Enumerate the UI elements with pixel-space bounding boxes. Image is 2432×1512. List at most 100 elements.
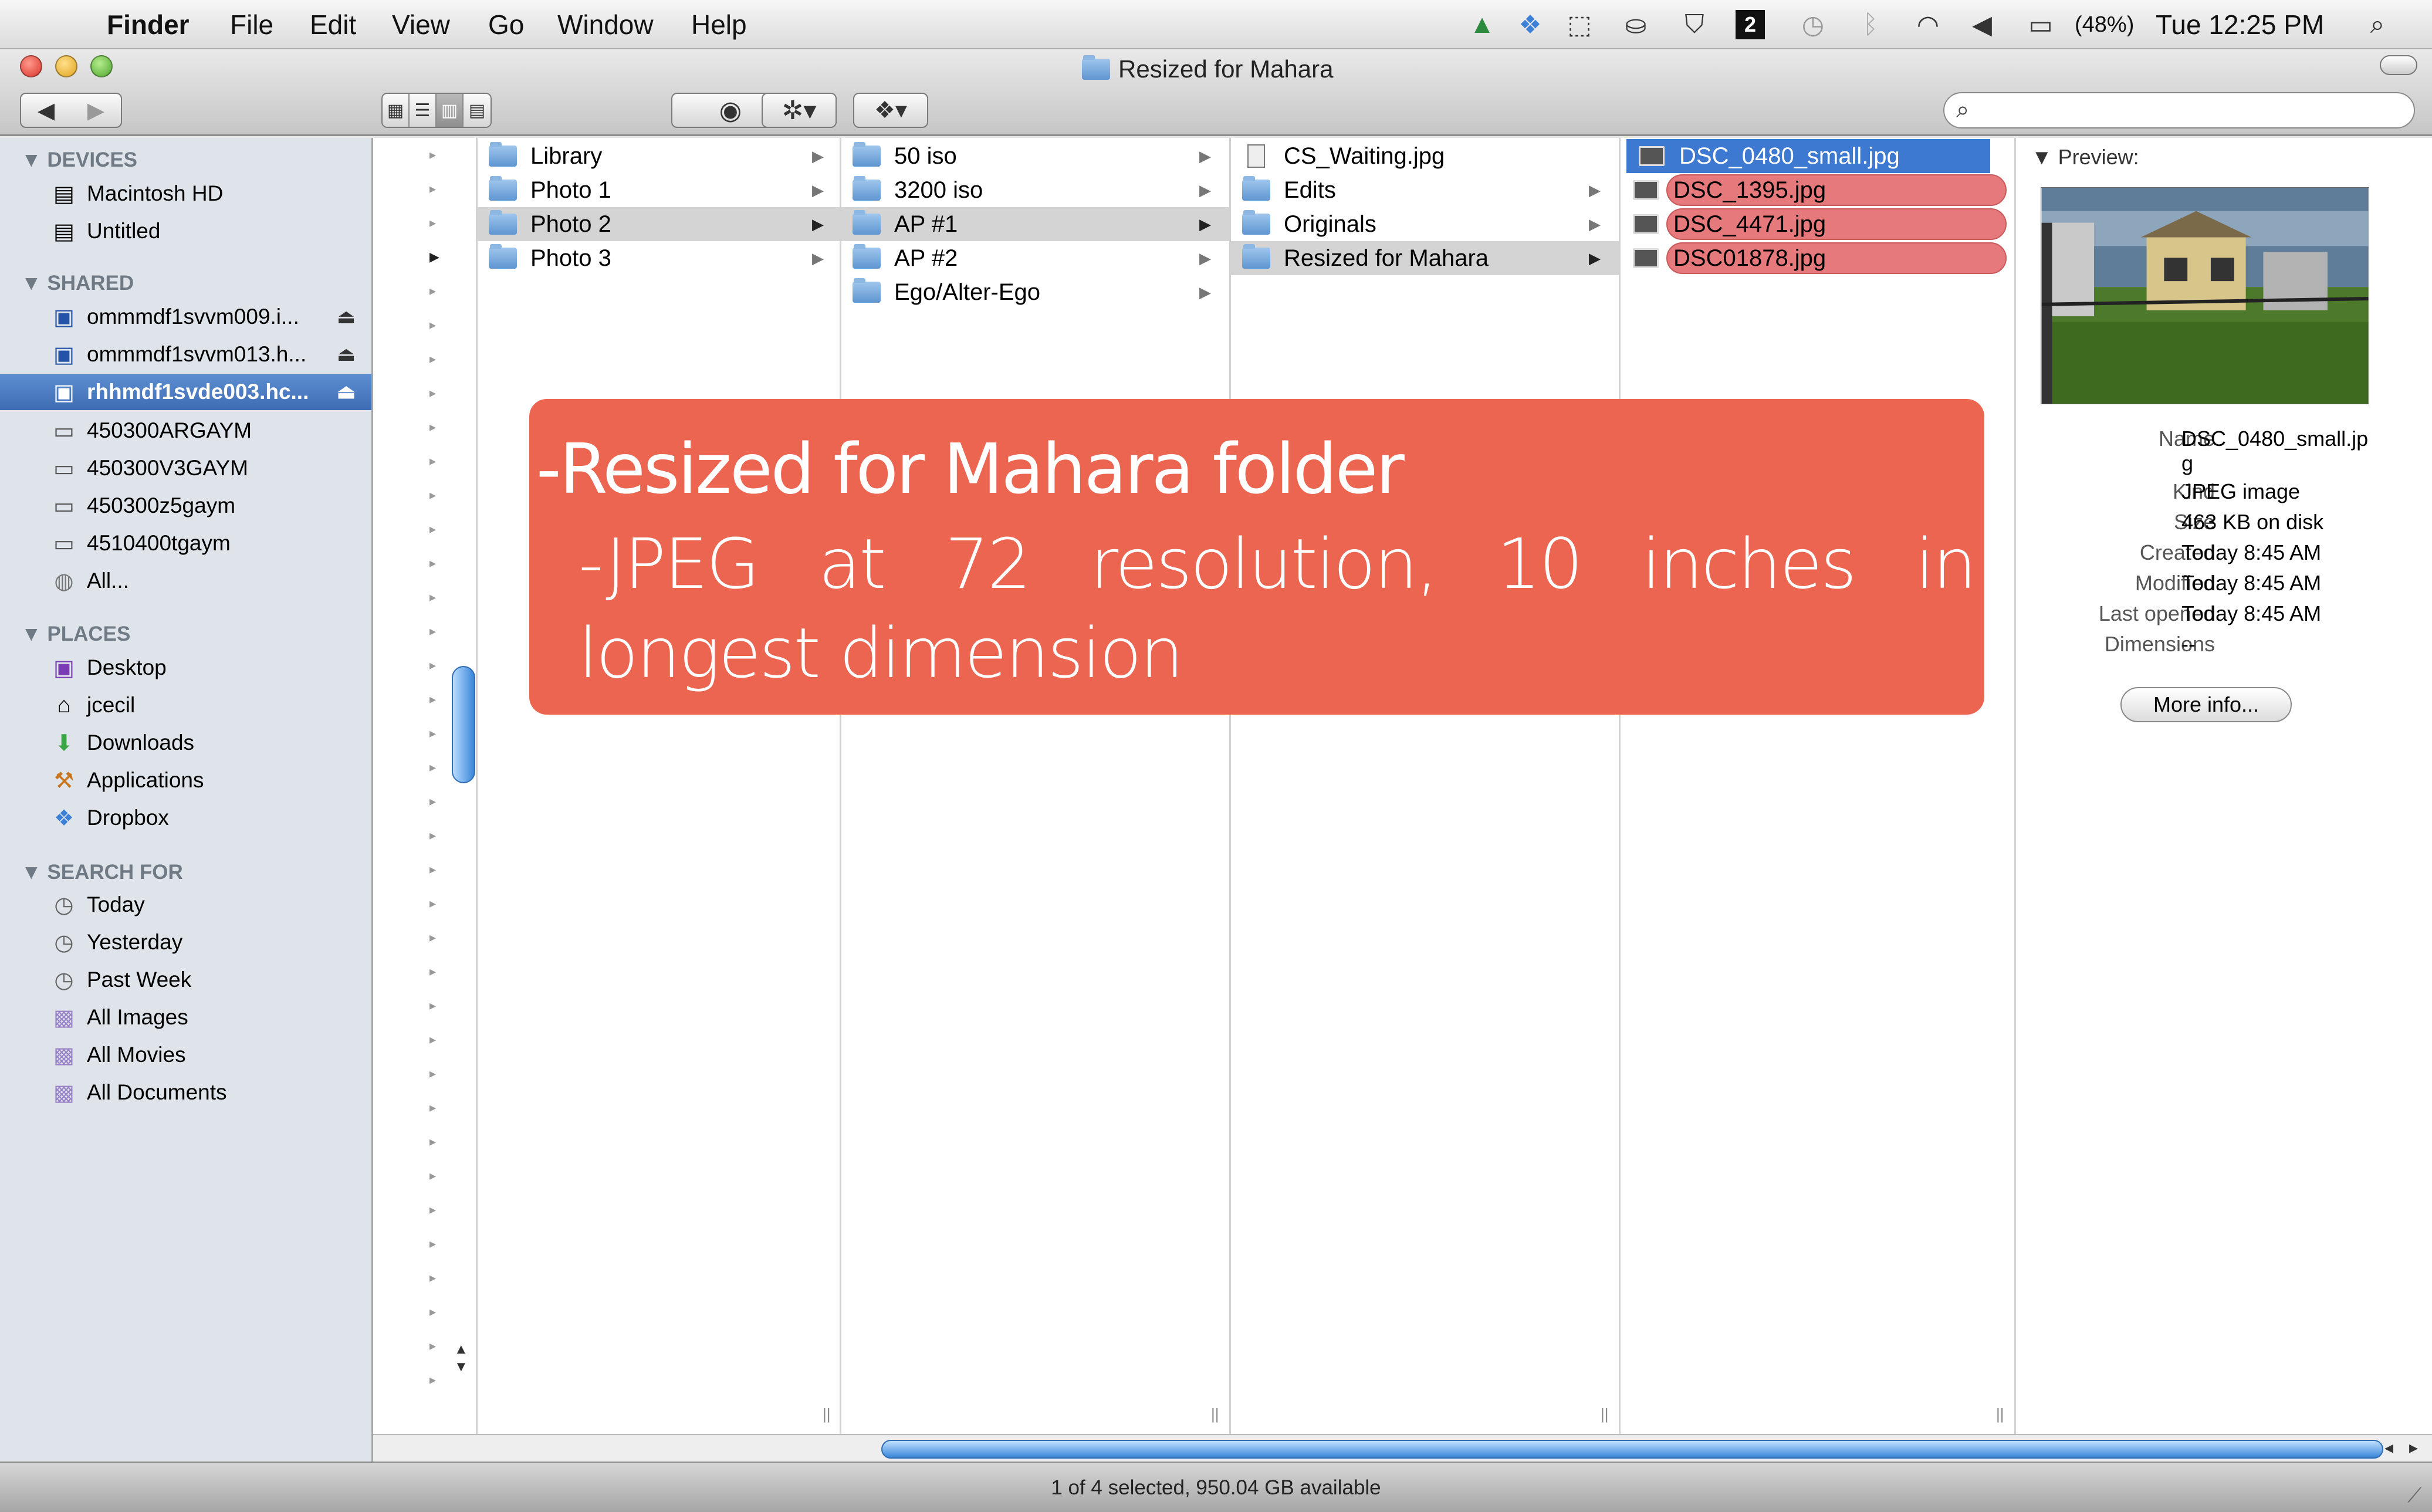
disk-icon[interactable]: ⛀ bbox=[1619, 8, 1652, 41]
more-info-button[interactable]: More info... bbox=[2120, 687, 2292, 722]
minimize-button[interactable] bbox=[55, 55, 77, 77]
column-resize-handle[interactable]: || bbox=[823, 1405, 831, 1423]
list-item-ap-2[interactable]: AP #2 ▶ bbox=[841, 241, 1229, 275]
sidebar-item-today[interactable]: ◷ Today bbox=[0, 887, 371, 923]
icon-view-icon[interactable]: ▦ bbox=[383, 94, 410, 127]
sidebar-item-untitled[interactable]: ▤ Untitled bbox=[0, 213, 371, 249]
dropbox-icon[interactable]: ❖ bbox=[1514, 8, 1547, 41]
bluetooth-icon[interactable]: ᛒ bbox=[1854, 8, 1887, 41]
sidebar-item-dropbox[interactable]: ❖ Dropbox bbox=[0, 800, 371, 836]
preview-header[interactable]: ▼ Preview: bbox=[2031, 145, 2139, 170]
back-arrow-icon[interactable]: ◀ bbox=[38, 97, 55, 124]
eject-icon[interactable]: ⏏ bbox=[337, 343, 356, 366]
sidebar-item-downloads[interactable]: ⬇ Downloads bbox=[0, 725, 371, 761]
sidebar-item-all-documents[interactable]: ▩ All Documents bbox=[0, 1074, 371, 1111]
sidebar-item-shared-5[interactable]: ▭ 450300V3GAYM bbox=[0, 450, 371, 486]
sidebar-item-desktop[interactable]: ▣ Desktop bbox=[0, 650, 371, 686]
sidebar-header-shared[interactable]: ▼ SHARED bbox=[21, 272, 134, 295]
menu-edit[interactable]: Edit bbox=[310, 0, 356, 49]
title-bar: Resized for Mahara ◀ ▶ ▦ ☰ ▥ ▤ ◉ ✲▾ ❖▾ ⌕ bbox=[0, 49, 2432, 136]
sidebar-item-shared-3[interactable]: ▣ rhhmdf1svde003.hc... ⏏ bbox=[0, 374, 371, 410]
eject-icon[interactable]: ⏏ bbox=[337, 380, 356, 404]
search-field[interactable]: ⌕ bbox=[1943, 92, 2415, 128]
vertical-scrollbar-thumb[interactable] bbox=[452, 666, 475, 783]
back-forward-control[interactable]: ◀ ▶ bbox=[20, 93, 122, 128]
action-button[interactable]: ✲▾ bbox=[762, 93, 837, 128]
toolbar-toggle-button[interactable] bbox=[2380, 55, 2417, 75]
scroll-right-arrow-icon[interactable]: ▸ bbox=[2409, 1437, 2418, 1458]
shield-icon[interactable]: ⛉ bbox=[1678, 8, 1711, 41]
menu-app-finder[interactable]: Finder bbox=[107, 0, 190, 49]
coverflow-view-icon[interactable]: ▤ bbox=[464, 94, 491, 127]
menu-go[interactable]: Go bbox=[488, 0, 524, 49]
sidebar-item-shared-2[interactable]: ▣ ommmdf1svvm013.h... ⏏ bbox=[0, 336, 371, 373]
scroll-left-arrow-icon[interactable]: ◂ bbox=[2384, 1437, 2393, 1458]
time-machine-icon[interactable]: ◷ bbox=[1797, 8, 1829, 41]
list-item-dsc-1395[interactable]: DSC_1395.jpg bbox=[1621, 173, 2008, 207]
list-item-ap-1[interactable]: AP #1 ▶ bbox=[841, 207, 1229, 241]
list-item-3200-iso[interactable]: 3200 iso ▶ bbox=[841, 173, 1229, 207]
spotlight-icon[interactable]: ⌕ bbox=[2361, 8, 2394, 41]
list-item-photo-3[interactable]: Photo 3 ▶ bbox=[478, 241, 840, 275]
list-item-photo-1[interactable]: Photo 1 ▶ bbox=[478, 173, 840, 207]
list-item-library[interactable]: Library ▶ bbox=[478, 139, 840, 173]
sidebar-header-places[interactable]: ▼ PLACES bbox=[21, 623, 130, 646]
zoom-button[interactable] bbox=[90, 55, 113, 77]
sidebar-item-home[interactable]: ⌂ jcecil bbox=[0, 687, 371, 723]
horizontal-scrollbar-thumb[interactable] bbox=[881, 1440, 2383, 1459]
list-item-cs-waiting[interactable]: CS_Waiting.jpg bbox=[1231, 139, 1619, 173]
menu-view[interactable]: View bbox=[392, 0, 450, 49]
list-item-dsc-4471[interactable]: DSC_4471.jpg bbox=[1621, 207, 2008, 241]
column-resize-handle[interactable]: || bbox=[1601, 1405, 1609, 1423]
resize-grip-icon[interactable]: ⟋ bbox=[2407, 1484, 2421, 1507]
column-2[interactable]: 50 iso ▶ 3200 iso ▶ AP #1 ▶ AP #2 ▶ Ego/Alte… bbox=[841, 138, 1231, 1434]
close-button[interactable] bbox=[20, 55, 42, 77]
spaces-badge-icon[interactable]: 2 bbox=[1736, 10, 1765, 39]
dropbox-toolbar-button[interactable]: ❖▾ bbox=[853, 93, 928, 128]
list-item-50-iso[interactable]: 50 iso ▶ bbox=[841, 139, 1229, 173]
column-resize-handle[interactable]: || bbox=[1996, 1405, 2004, 1423]
column-3[interactable]: CS_Waiting.jpg Edits ▶ Originals ▶ Resized… bbox=[1231, 138, 1621, 1434]
list-item-ego-alter-ego[interactable]: Ego/Alter-Ego ▶ bbox=[841, 275, 1229, 309]
screenshot-icon[interactable]: ⬚ bbox=[1563, 8, 1596, 41]
view-mode-control[interactable]: ▦ ☰ ▥ ▤ bbox=[381, 93, 492, 128]
sidebar-item-past-week[interactable]: ◷ Past Week bbox=[0, 962, 371, 998]
list-item-originals[interactable]: Originals ▶ bbox=[1231, 207, 1619, 241]
battery-icon[interactable]: ▭ bbox=[2024, 8, 2057, 41]
column-resize-handle[interactable]: || bbox=[1211, 1405, 1219, 1423]
menu-clock[interactable]: Tue 12:25 PM bbox=[2156, 0, 2324, 49]
sidebar-item-applications[interactable]: ⚒ Applications bbox=[0, 762, 371, 799]
sidebar-item-shared-1[interactable]: ▣ ommmdf1svvm009.i... ⏏ bbox=[0, 299, 371, 335]
cloud-app-icon[interactable]: ▲ bbox=[1466, 8, 1499, 41]
list-item-dsc01878[interactable]: DSC01878.jpg bbox=[1621, 241, 2008, 275]
list-item-photo-2[interactable]: Photo 2 ▶ bbox=[478, 207, 840, 241]
sidebar-item-shared-all[interactable]: ◍ All... bbox=[0, 563, 371, 599]
forward-arrow-icon[interactable]: ▶ bbox=[87, 97, 104, 124]
list-view-icon[interactable]: ☰ bbox=[410, 94, 437, 127]
list-item-dsc-0480-small[interactable]: DSC_0480_small.jpg bbox=[1626, 139, 1990, 173]
sidebar-header-devices[interactable]: ▼ DEVICES bbox=[21, 148, 137, 172]
menu-window[interactable]: Window bbox=[557, 0, 654, 49]
column-0[interactable]: ▸ ▸ ▸ ▶ ▸ ▸ ▸ ▸ ▸ ▸ ▸ ▸ ▸ ▸ ▸ ▸ ▸ ▸ ▸ ▸ ▸ ▸ ▸ ▸ ▸ ▸ ▸ ▸ ▸ ▸ ▸ ▸ ▸ ▸ ▸ ▸ ▸ ▲ ▼ bbox=[373, 138, 478, 1434]
wifi-icon[interactable]: ◠ bbox=[1912, 8, 1944, 41]
sidebar-item-shared-7[interactable]: ▭ 4510400tgaym bbox=[0, 525, 371, 561]
search-input[interactable] bbox=[1991, 97, 2402, 124]
sidebar-item-all-images[interactable]: ▩ All Images bbox=[0, 999, 371, 1036]
list-item-edits[interactable]: Edits ▶ bbox=[1231, 173, 1619, 207]
eject-icon[interactable]: ⏏ bbox=[337, 305, 356, 329]
column-4[interactable]: DSC_0480_small.jpg DSC_1395.jpg DSC_4471… bbox=[1621, 138, 2016, 1434]
sidebar-item-shared-4[interactable]: ▭ 450300ARGAYM bbox=[0, 412, 371, 449]
volume-icon[interactable]: ◀ bbox=[1966, 8, 1998, 41]
horizontal-scrollbar[interactable]: ◂ ▸ bbox=[373, 1434, 2432, 1462]
menu-file[interactable]: File bbox=[230, 0, 273, 49]
column-1[interactable]: Library ▶ Photo 1 ▶ Photo 2 ▶ Photo 3 ▶ || bbox=[478, 138, 841, 1434]
sidebar-item-macintosh-hd[interactable]: ▤ Macintosh HD bbox=[0, 175, 371, 212]
sidebar-item-yesterday[interactable]: ◷ Yesterday bbox=[0, 924, 371, 960]
scroll-arrows-icon[interactable]: ▲ ▼ bbox=[454, 1341, 468, 1376]
list-item-resized-for-mahara[interactable]: Resized for Mahara ▶ bbox=[1231, 241, 1619, 275]
sidebar-item-all-movies[interactable]: ▩ All Movies bbox=[0, 1037, 371, 1073]
menu-help[interactable]: Help bbox=[691, 0, 747, 49]
sidebar-item-shared-6[interactable]: ▭ 450300z5gaym bbox=[0, 488, 371, 524]
sidebar-header-search-for[interactable]: ▼ SEARCH FOR bbox=[21, 861, 183, 884]
column-view-icon[interactable]: ▥ bbox=[437, 94, 464, 127]
